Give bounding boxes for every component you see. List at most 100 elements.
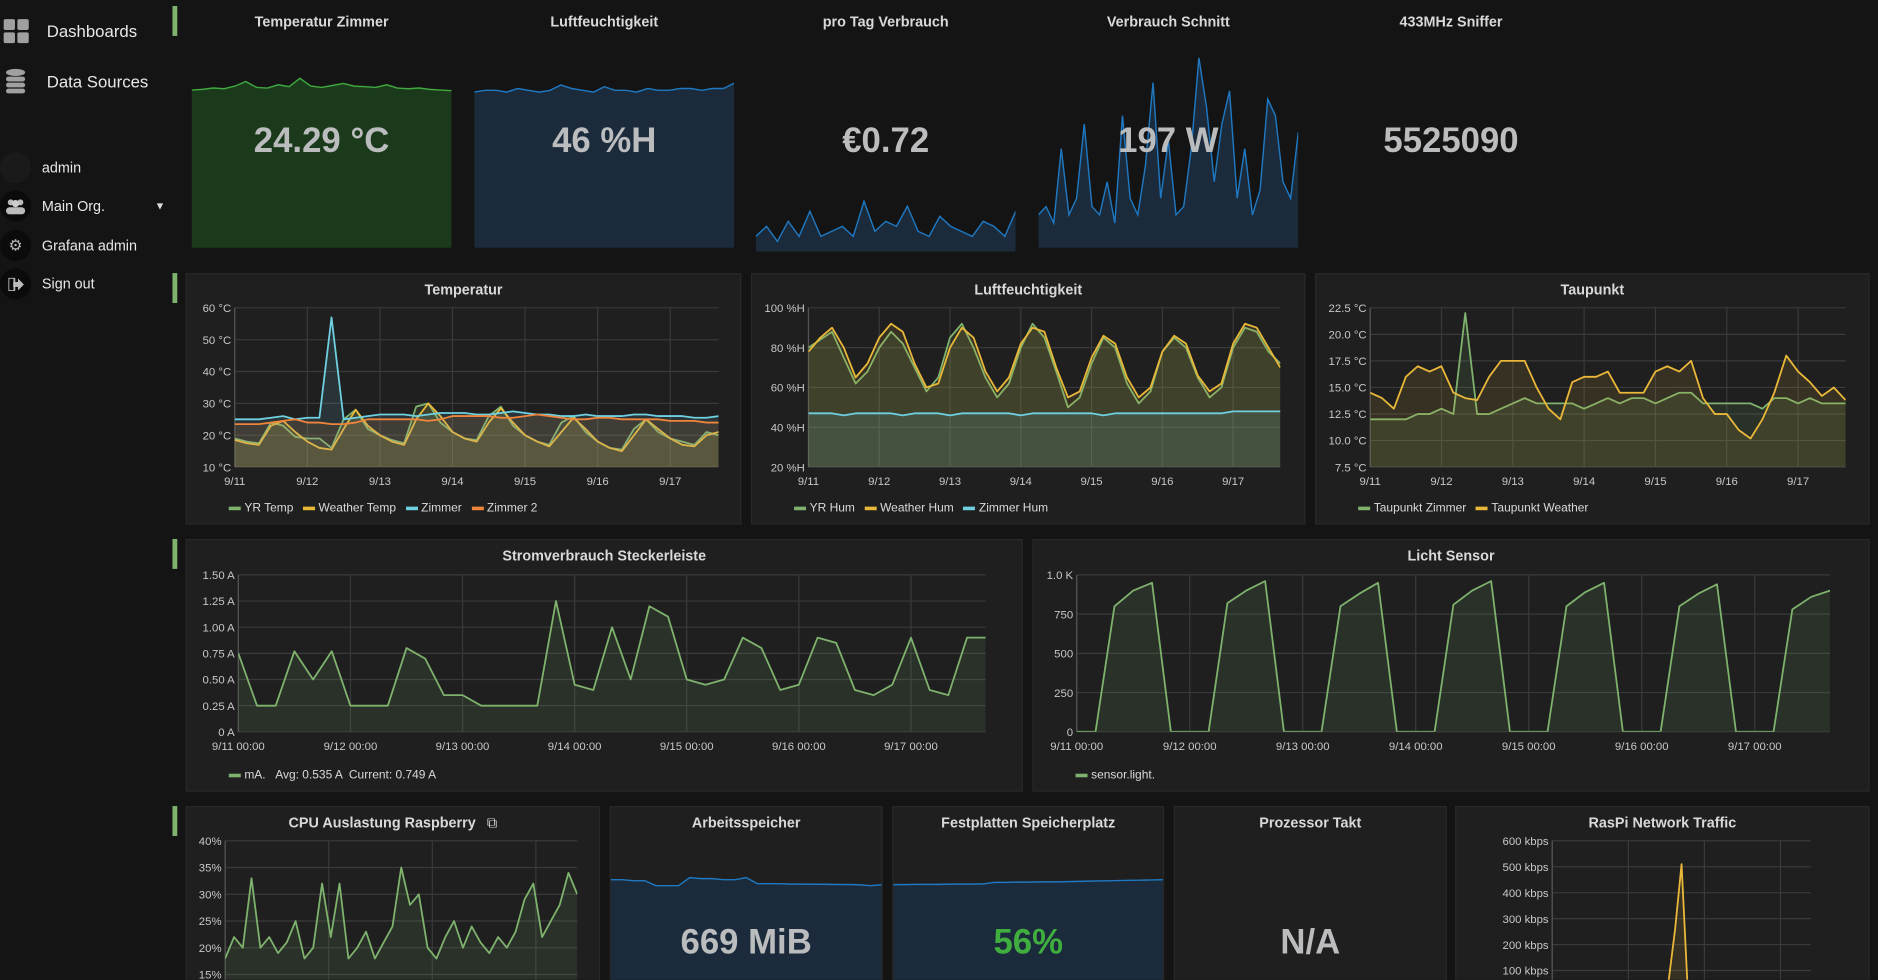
legend-item[interactable]: Taupunkt Zimmer bbox=[1358, 502, 1466, 515]
row-collapse-handle[interactable] bbox=[172, 806, 178, 836]
y-tick-label: 1.0 K bbox=[1047, 570, 1074, 582]
external-link-icon[interactable]: ⧉ bbox=[487, 814, 497, 831]
singlestat-luftfeuchtigkeit[interactable]: Luftfeuchtigkeit 46 %H bbox=[474, 0, 735, 248]
y-tick-label: 600 kbps bbox=[1503, 836, 1549, 848]
x-tick-label: 9/17 00:00 bbox=[884, 741, 938, 753]
y-tick-label: 100 %H bbox=[764, 303, 804, 315]
singlestat-festplatten-speicherplatz[interactable]: Festplatten Speicherplatz 56% bbox=[892, 806, 1165, 980]
sparkline-fill bbox=[755, 201, 1016, 252]
legend: Taupunkt Zimmer Taupunkt Weather bbox=[1358, 502, 1588, 515]
panel-title[interactable]: Taupunkt bbox=[1316, 281, 1868, 298]
panel-title[interactable]: Prozessor Takt bbox=[1175, 814, 1446, 831]
sidebar-user-admin[interactable]: admin bbox=[0, 152, 81, 184]
panel-title[interactable]: Temperatur bbox=[187, 281, 740, 298]
panel-title[interactable]: Temperatur Zimmer bbox=[192, 13, 452, 30]
database-icon bbox=[5, 68, 26, 94]
legend-item[interactable]: Taupunkt Weather bbox=[1475, 501, 1589, 516]
y-tick-label: 40% bbox=[199, 836, 222, 848]
x-tick-label: 9/16 00:00 bbox=[1615, 741, 1669, 753]
sidebar-item-dashboards[interactable]: Dashboards bbox=[0, 18, 137, 44]
legend-swatch bbox=[228, 506, 241, 511]
legend: mA. Avg: 0.535 A Current: 0.749 A bbox=[228, 769, 436, 782]
legend-item[interactable]: sensor.light. bbox=[1075, 769, 1155, 782]
x-tick-label: 9/13 00:00 bbox=[1276, 741, 1330, 753]
x-tick-label: 9/14 bbox=[441, 476, 463, 488]
chevron-down-icon[interactable]: ▼ bbox=[155, 200, 166, 212]
legend-item[interactable]: Zimmer bbox=[405, 502, 462, 515]
stat-value: 197 W bbox=[1118, 122, 1219, 161]
y-tick-label: 250 bbox=[1054, 688, 1073, 700]
y-tick-label: 400 kbps bbox=[1503, 888, 1549, 900]
x-tick-label: 9/12 00:00 bbox=[324, 741, 378, 753]
x-tick-label: 9/12 00:00 bbox=[1163, 741, 1217, 753]
gear-icon: ⚙ bbox=[0, 229, 32, 262]
singlestat-433mhz-sniffer[interactable]: 433MHz Sniffer 5525090 bbox=[1321, 0, 1581, 248]
legend-item[interactable]: Weather Hum bbox=[864, 501, 954, 516]
x-tick-label: 9/17 bbox=[1222, 476, 1244, 488]
graph-raspi-network-traffic[interactable]: 100 kbps 200 kbps 300 kbps 400 kbps 500 kbps… bbox=[1455, 806, 1870, 980]
singlestat-prozessor-takt[interactable]: Prozessor Takt N/A bbox=[1173, 806, 1447, 980]
legend-label: Taupunkt Weather bbox=[1491, 501, 1589, 516]
graph-licht-sensor[interactable]: 0 250 500 750 1.0 K 9/11 00:00 9/12 00:00 9/13 … bbox=[1032, 538, 1870, 792]
row-collapse-handle[interactable] bbox=[172, 538, 178, 569]
x-tick-label: 9/15 bbox=[1081, 476, 1103, 488]
row-collapse-handle[interactable] bbox=[172, 273, 178, 304]
singlestat-arbeitsspeicher[interactable]: Arbeitsspeicher 669 MiB bbox=[609, 806, 883, 980]
x-tick-label: 9/11 00:00 bbox=[1050, 741, 1103, 753]
x-tick-label: 9/14 bbox=[1573, 476, 1595, 488]
grafana-dashboard: Dashboards Data Sources admin Main Org. … bbox=[0, 0, 1878, 980]
y-tick-label: 0.25 A bbox=[203, 701, 236, 713]
series-group bbox=[808, 322, 1281, 468]
panel-title[interactable]: CPU Auslastung Raspberry ⧉ bbox=[187, 814, 599, 832]
legend-item[interactable]: YR Temp bbox=[228, 502, 293, 515]
y-tick-label: 60 °C bbox=[203, 303, 232, 315]
y-tick-label: 22.5 °C bbox=[1329, 303, 1367, 315]
panel-title[interactable]: Arbeitsspeicher bbox=[611, 814, 882, 831]
graph-temperatur[interactable]: 10 °C 20 °C 30 °C 40 °C 50 °C 60 °C 9/11 9/12 9/… bbox=[185, 273, 742, 525]
sidebar-item-label: Dashboards bbox=[46, 21, 138, 41]
legend-label: YR Hum bbox=[809, 501, 855, 516]
legend-item[interactable]: Weather Temp bbox=[302, 502, 396, 515]
row-collapse-handle[interactable] bbox=[172, 5, 178, 36]
graph-taupunkt[interactable]: 7.5 °C 10.0 °C 12.5 °C 15.0 °C 17.5 °C 20.0 °… bbox=[1315, 273, 1870, 525]
legend-label: Weather Hum bbox=[880, 501, 954, 516]
stat-value: 669 MiB bbox=[680, 923, 812, 962]
sidebar-item-sign-out[interactable]: Sign out bbox=[0, 268, 95, 300]
legend-item[interactable]: mA. bbox=[228, 769, 266, 782]
y-tick-label: 50 °C bbox=[203, 335, 232, 347]
x-tick-label: 9/17 bbox=[1787, 476, 1809, 488]
x-tick-label: 9/11 00:00 bbox=[212, 741, 265, 753]
legend-item[interactable]: Zimmer Hum bbox=[963, 502, 1048, 515]
singlestat-pro-tag-verbrauch[interactable]: pro Tag Verbrauch €0.72 bbox=[755, 0, 1016, 252]
legend-label: Taupunkt Zimmer bbox=[1373, 501, 1467, 516]
x-tick-label: 9/16 bbox=[1716, 476, 1738, 488]
singlestat-verbrauch-schnitt[interactable]: Verbrauch Schnitt 197 W bbox=[1038, 0, 1299, 248]
sparkline-fill bbox=[474, 83, 735, 248]
graph-cpu-auslastung[interactable]: 15% 20% 25% 30% 35% 40% CPU Auslastung Raspbe… bbox=[185, 806, 601, 980]
panel-title[interactable]: Licht Sensor bbox=[1034, 547, 1869, 564]
panel-title[interactable]: Luftfeuchtigkeit bbox=[474, 13, 734, 30]
sidebar-item-grafana-admin[interactable]: ⚙ Grafana admin bbox=[0, 229, 137, 262]
sidebar-item-main-org[interactable]: Main Org. ▼ bbox=[0, 190, 166, 222]
sidebar-item-data-sources[interactable]: Data Sources bbox=[0, 68, 148, 94]
legend-item[interactable]: Zimmer 2 bbox=[471, 502, 537, 515]
x-tick-label: 9/16 bbox=[1151, 476, 1173, 488]
y-tick-label: 15% bbox=[199, 970, 222, 980]
y-tick-label: 200 kbps bbox=[1503, 940, 1549, 952]
panel-title[interactable]: Luftfeuchtigkeit bbox=[752, 281, 1304, 298]
panel-title[interactable]: Verbrauch Schnitt bbox=[1038, 13, 1298, 30]
panel-title[interactable]: RasPi Network Traffic bbox=[1456, 814, 1868, 831]
panel-title[interactable]: 433MHz Sniffer bbox=[1321, 13, 1581, 30]
legend-item[interactable]: YR Hum bbox=[794, 502, 855, 515]
panel-title[interactable]: pro Tag Verbrauch bbox=[756, 13, 1016, 30]
y-tick-label: 100 kbps bbox=[1503, 966, 1549, 978]
panel-title[interactable]: Stromverbrauch Steckerleiste bbox=[187, 547, 1022, 564]
graph-luftfeuchtigkeit[interactable]: 20 %H 40 %H 60 %H 80 %H 100 %H 9/11 9/12 9/13 9/… bbox=[750, 273, 1306, 525]
avatar bbox=[0, 152, 32, 184]
stat-value: 46 %H bbox=[552, 122, 657, 161]
y-tick-label: 7.5 °C bbox=[1335, 462, 1367, 474]
panel-title[interactable]: Festplatten Speicherplatz bbox=[893, 814, 1162, 831]
graph-stromverbrauch-steckerleiste[interactable]: 0 A 0.25 A 0.50 A 0.75 A 1.00 A 1.25 A 1.50 A 9… bbox=[185, 538, 1023, 792]
sidebar-item-label: Sign out bbox=[41, 275, 95, 293]
singlestat-temperatur-zimmer[interactable]: Temperatur Zimmer 24.29 °C bbox=[191, 0, 452, 248]
